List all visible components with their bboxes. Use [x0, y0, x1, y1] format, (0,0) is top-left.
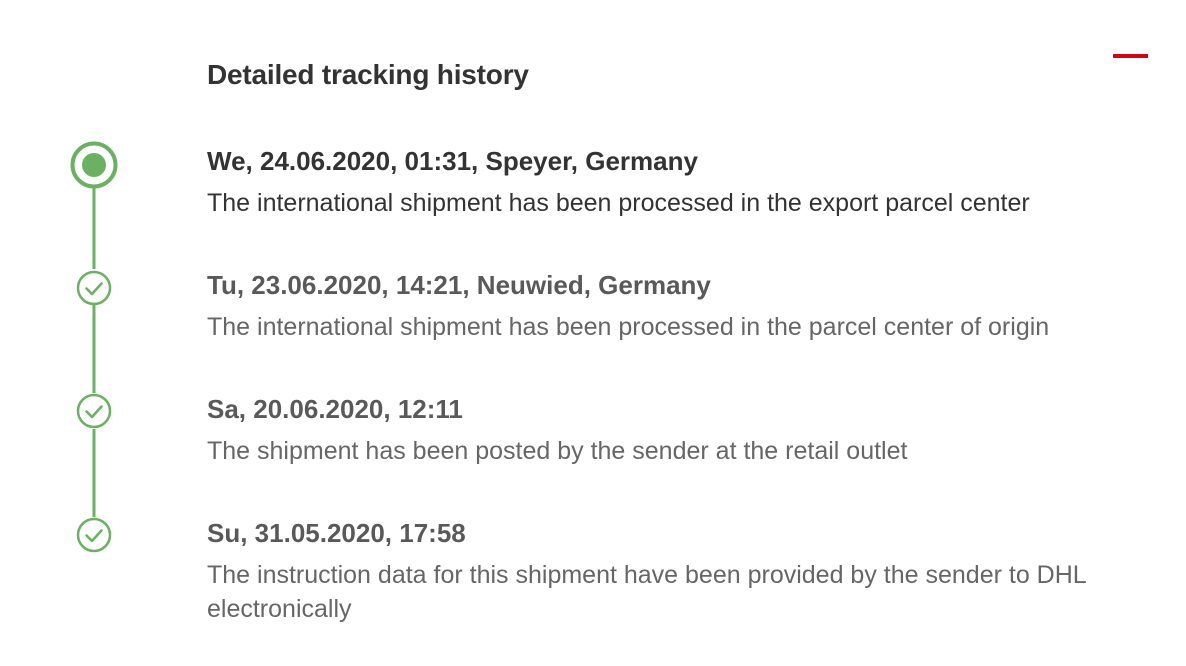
event-description: The shipment has been posted by the send…	[207, 437, 908, 465]
event-date: We, 24.06.2020, 01:31, Speyer, Germany	[207, 146, 698, 176]
event-description: The instruction data for this shipment h…	[207, 561, 1086, 623]
checkmark-circle-icon	[76, 393, 112, 429]
tracking-timeline	[70, 141, 118, 553]
tracking-event: Su, 31.05.2020, 17:58 The instruction da…	[207, 517, 1167, 626]
tracking-event: Sa, 20.06.2020, 12:11 The shipment has b…	[207, 393, 1167, 468]
checkmark-circle-icon	[76, 270, 112, 306]
current-status-dot-icon	[70, 141, 118, 189]
tracking-event: We, 24.06.2020, 01:31, Speyer, Germany T…	[207, 145, 1167, 220]
event-date: Su, 31.05.2020, 17:58	[207, 518, 466, 548]
event-description: The international shipment has been proc…	[207, 313, 1050, 341]
collapse-tracking-history-button[interactable]	[1106, 40, 1154, 72]
tracking-history-title: Detailed tracking history	[207, 59, 529, 91]
event-date: Sa, 20.06.2020, 12:11	[207, 394, 463, 424]
checkmark-circle-icon	[76, 517, 112, 553]
event-date: Tu, 23.06.2020, 14:21, Neuwied, Germany	[207, 270, 711, 300]
tracking-event: Tu, 23.06.2020, 14:21, Neuwied, Germany …	[207, 269, 1167, 344]
minus-icon	[1113, 54, 1148, 58]
event-description: The international shipment has been proc…	[207, 189, 1030, 217]
